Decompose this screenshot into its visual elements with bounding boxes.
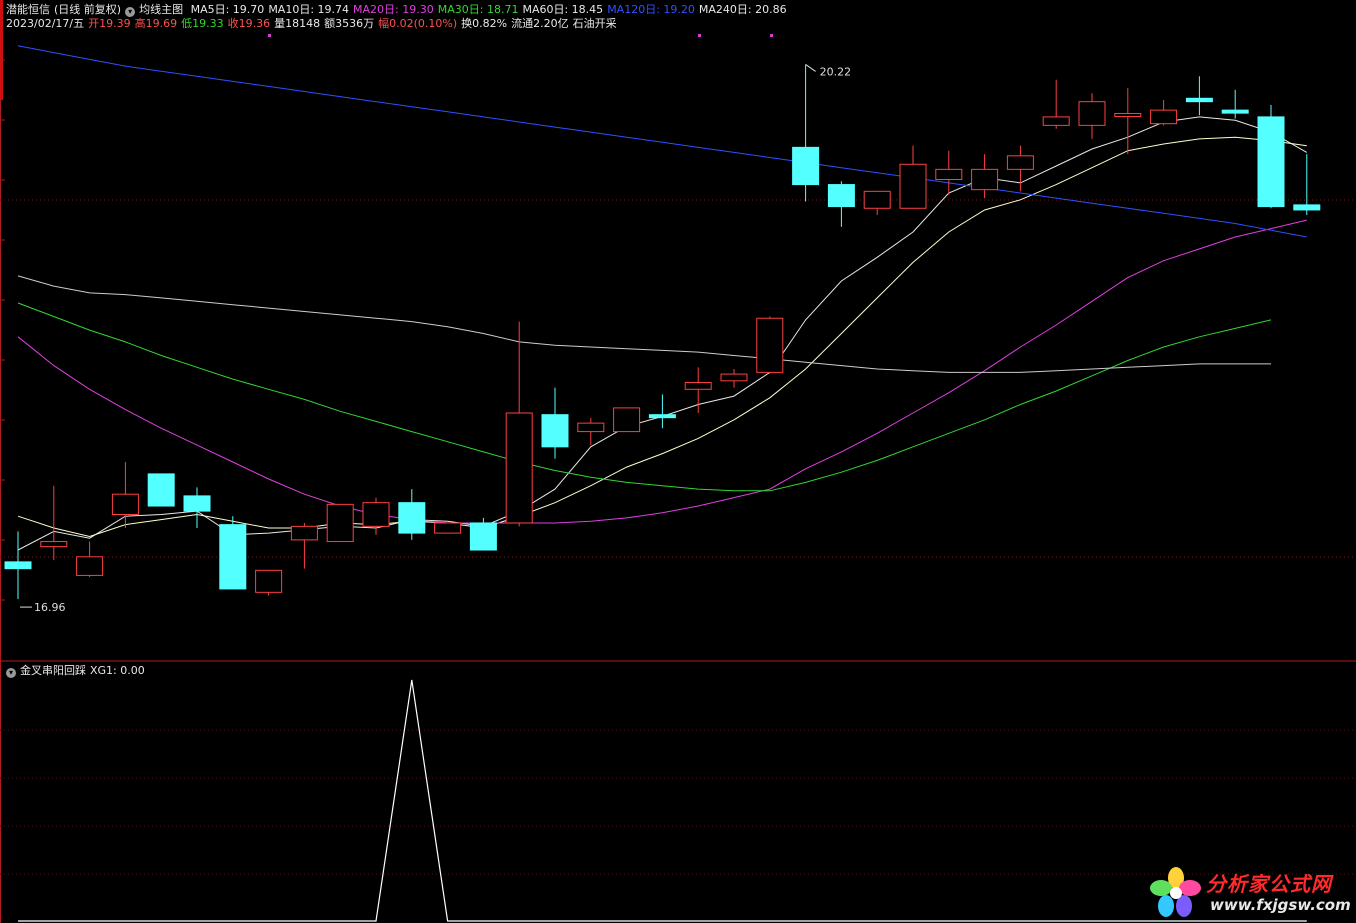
candle-body-up xyxy=(613,407,641,433)
chart-mode: (日线 前复权) xyxy=(54,3,122,16)
candle-body-down xyxy=(541,414,569,448)
sub-legend: ▾ 金叉串阳回踩 XG1: 0.00 xyxy=(6,664,149,678)
candle-body-up xyxy=(1150,109,1178,125)
ma10-line xyxy=(17,136,1307,538)
candle-body-up xyxy=(863,190,891,209)
watermark-logo: 分析家公式网 www.fxjgsw.com xyxy=(1148,864,1356,922)
main-legend: 潜能恒信 (日线 前复权) ▾ 均线主图 MA5日: 19.70 MA10日: 19.7… xyxy=(6,3,795,17)
candle-body-up xyxy=(326,503,354,543)
candle-body-up xyxy=(935,168,963,181)
ma-legend-item: MA240日: 20.86 xyxy=(698,3,787,16)
ma30-line xyxy=(17,302,1272,492)
ma-legend-item: MA20日: 19.30 xyxy=(353,3,434,16)
sub-indicator-value: XG1: 0.00 xyxy=(90,664,145,677)
quote-volume: 量18148 xyxy=(274,17,321,30)
candle-body-up xyxy=(971,168,999,191)
xg1-line xyxy=(18,679,1307,922)
chart-canvas[interactable]: 20.22 16.96 xyxy=(0,0,1356,923)
candle-body-up xyxy=(290,525,318,541)
quote-sector: 石油开采 xyxy=(572,17,617,30)
quote-float: 流通2.20亿 xyxy=(511,17,569,30)
dropdown-circle-icon[interactable]: ▾ xyxy=(125,7,136,17)
candle-body-up xyxy=(76,556,104,576)
candle-body-down xyxy=(1185,97,1213,103)
candle-body-down xyxy=(147,473,175,507)
candle-body-down xyxy=(648,414,676,419)
signal-dot xyxy=(770,34,773,37)
quote-date: 2023/02/17/五 xyxy=(6,17,85,30)
candle-body-up xyxy=(684,382,712,390)
indicator-name[interactable]: 均线主图 xyxy=(139,3,183,16)
candle-body-up xyxy=(111,493,139,515)
signal-dot xyxy=(268,34,271,37)
ma5-line xyxy=(17,116,1308,551)
quote-amount: 额3536万 xyxy=(324,17,375,30)
candle-body-up xyxy=(1006,155,1034,170)
candle-body-down xyxy=(1221,109,1249,114)
signal-dot xyxy=(698,34,701,37)
ma-legend: MA5日: 19.70 MA10日: 19.74 MA20日: 19.30 MA30日… xyxy=(191,3,791,16)
quote-low: 低19.33 xyxy=(181,17,224,30)
ma-legend-item: MA10日: 19.74 xyxy=(268,3,350,16)
candle-body-up xyxy=(899,163,927,209)
candle-body-up xyxy=(1114,113,1142,118)
candle-body-down xyxy=(4,561,32,570)
candle-body-up xyxy=(1078,101,1106,126)
candle-body-up xyxy=(362,502,390,527)
candle-body-up xyxy=(434,522,462,534)
min-price-label: 16.96 xyxy=(34,601,66,614)
quote-change: 幅0.02(0.10%) xyxy=(378,17,458,30)
candle-body-down xyxy=(398,502,426,534)
candle-body-up xyxy=(255,569,283,593)
quote-close: 收19.36 xyxy=(227,17,271,30)
candle-body-up xyxy=(1042,116,1070,126)
quote-row: 2023/02/17/五 开19.39 高19.69 低19.33 收19.36 量181… xyxy=(6,17,621,31)
quote-high: 高19.69 xyxy=(134,17,178,30)
ma-legend-item: MA30日: 18.71 xyxy=(437,3,519,16)
candle-body-down xyxy=(219,524,247,590)
candle-body-up xyxy=(756,317,784,373)
watermark-brand: 分析家公式网 xyxy=(1206,872,1332,896)
candle-body-down xyxy=(1257,116,1285,208)
watermark-url: www.fxjgsw.com xyxy=(1210,896,1351,914)
stock-name: 潜能恒信 xyxy=(6,3,50,16)
candle-body-down xyxy=(1293,204,1321,211)
ma-legend-item: MA5日: 19.70 xyxy=(190,3,265,16)
candle-body-down xyxy=(792,146,820,186)
ma-legend-item: MA120日: 19.20 xyxy=(607,3,695,16)
dropdown-circle-icon[interactable]: ▾ xyxy=(6,668,16,678)
sub-indicator-name[interactable]: 金叉串阳回踩 xyxy=(20,664,86,677)
quote-open: 开19.39 xyxy=(88,17,131,30)
candle-body-up xyxy=(40,541,68,548)
quote-turnover: 换0.82% xyxy=(461,17,508,30)
max-marker-arrow xyxy=(805,64,816,72)
flower-logo-icon xyxy=(1150,867,1201,917)
left-accent-bar xyxy=(0,0,3,100)
ma-legend-item: MA60日: 18.45 xyxy=(522,3,604,16)
candle-body-down xyxy=(469,522,497,551)
candle-body-up xyxy=(720,373,748,382)
candle-body-up xyxy=(577,422,605,433)
candle-body-up xyxy=(505,412,533,524)
ma60-line xyxy=(17,275,1271,373)
candle-body-down xyxy=(827,184,855,208)
candle-body-down xyxy=(183,495,211,512)
max-price-label: 20.22 xyxy=(820,65,852,78)
